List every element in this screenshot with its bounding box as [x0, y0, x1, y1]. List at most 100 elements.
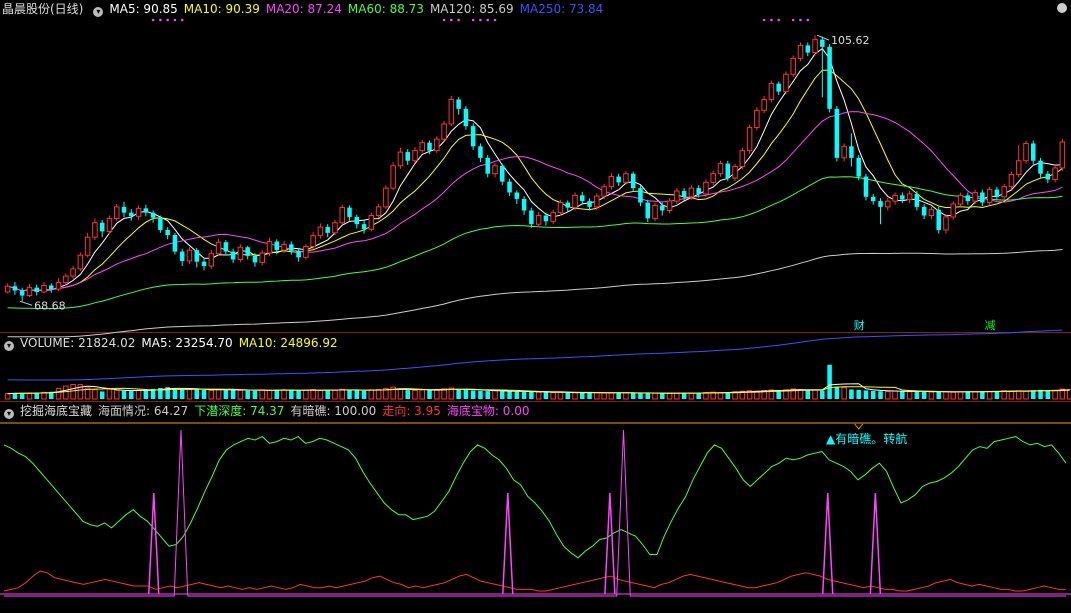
ma-line-120 [7, 249, 1063, 338]
candle-body [696, 188, 701, 194]
candle-body [630, 173, 636, 189]
volume-bar [215, 389, 222, 400]
candle-body [456, 99, 461, 109]
volume-bar [55, 387, 62, 400]
volume-bar [856, 389, 861, 399]
candle-body [34, 287, 39, 292]
candle-body [892, 194, 898, 202]
candle-body [390, 165, 396, 189]
volume-bar [572, 392, 578, 400]
candle-body [732, 166, 738, 179]
volume-bar [645, 393, 651, 399]
event-dot [770, 18, 773, 22]
candle-body [375, 206, 382, 217]
volume-bar [354, 390, 360, 399]
volume-bar [936, 391, 941, 399]
volume-bar [666, 392, 673, 400]
candle-body [703, 181, 709, 195]
volume-bar [594, 391, 600, 400]
event-dot [442, 18, 446, 22]
volume-bar [688, 392, 695, 400]
candle-body [129, 212, 134, 217]
volume-bar [208, 389, 215, 400]
candle-body [427, 142, 432, 151]
candle-body [245, 247, 250, 256]
volume-bar [26, 392, 33, 400]
candle-body [135, 207, 142, 217]
volume-bar [375, 388, 382, 400]
event-dot [486, 18, 490, 22]
volume-bar [885, 391, 891, 400]
reef-spike [502, 493, 514, 595]
volume-bar [1023, 390, 1029, 400]
candle-body [841, 145, 847, 159]
event-dot [479, 18, 482, 22]
candle-body [237, 246, 244, 261]
candle-body [754, 109, 760, 129]
candle-body [688, 187, 695, 198]
candle-body [623, 173, 629, 183]
volume-bar [529, 391, 534, 399]
volume-bar [70, 383, 76, 400]
volume-bar [696, 392, 701, 399]
candle-body [928, 209, 935, 217]
volume-bar [92, 389, 98, 400]
candle-body [870, 196, 876, 202]
volume-bar [252, 390, 258, 399]
volume-bar [492, 390, 498, 400]
candle-body [943, 216, 949, 231]
volume-bar [500, 391, 505, 399]
volume-bar [317, 389, 324, 400]
volume-bar [565, 392, 570, 399]
volume-bar [113, 389, 120, 400]
candle-body [41, 284, 47, 293]
event-dot [791, 18, 795, 22]
event-dot [450, 18, 453, 22]
candle-body [84, 236, 91, 256]
ma-line-5 [7, 47, 1063, 292]
volume-bar [485, 391, 490, 399]
event-dot [173, 18, 177, 22]
candle-body [99, 222, 105, 232]
candle-body [463, 108, 469, 127]
volume-bar [630, 393, 636, 399]
volume-bar [281, 389, 287, 400]
stock-chart[interactable]: 105.62 68.68 财 减 ▲有暗礁。转航 [0, 0, 1071, 613]
volume-bar [943, 391, 949, 400]
volume-bar [1052, 389, 1058, 400]
volume-bar [507, 391, 512, 399]
volume-bar [129, 391, 134, 399]
high-marker-line [816, 34, 830, 41]
volume-bar [201, 390, 207, 399]
candle-body [1038, 160, 1043, 174]
candle-body [529, 210, 534, 225]
candle-body [19, 290, 25, 296]
candle-body [310, 235, 316, 248]
volume-bar [325, 389, 330, 399]
candle-body [49, 285, 54, 290]
volume-bar [63, 385, 69, 400]
volume-bar [1008, 390, 1015, 400]
candle-body [368, 215, 375, 230]
volume-bar [186, 389, 193, 400]
volume-bar [245, 390, 250, 399]
volume-bar [914, 391, 920, 399]
candle-body [289, 244, 294, 251]
indicator-line-2 [4, 429, 1066, 597]
candle-body [681, 191, 687, 197]
candle-body [885, 200, 891, 208]
volume-bar [900, 391, 905, 399]
volume-bar [892, 390, 898, 400]
candle-body [543, 215, 549, 222]
event-dot [471, 18, 475, 22]
volume-bar [950, 391, 957, 400]
candle-body [1059, 141, 1066, 169]
candle-body [332, 222, 338, 234]
candle-body [397, 151, 404, 167]
candle-body [121, 206, 127, 213]
low-marker-line [20, 300, 33, 306]
candle-body [565, 202, 570, 208]
volume-bar [368, 389, 375, 400]
volume-bar [405, 390, 410, 399]
candle-body [572, 194, 578, 209]
